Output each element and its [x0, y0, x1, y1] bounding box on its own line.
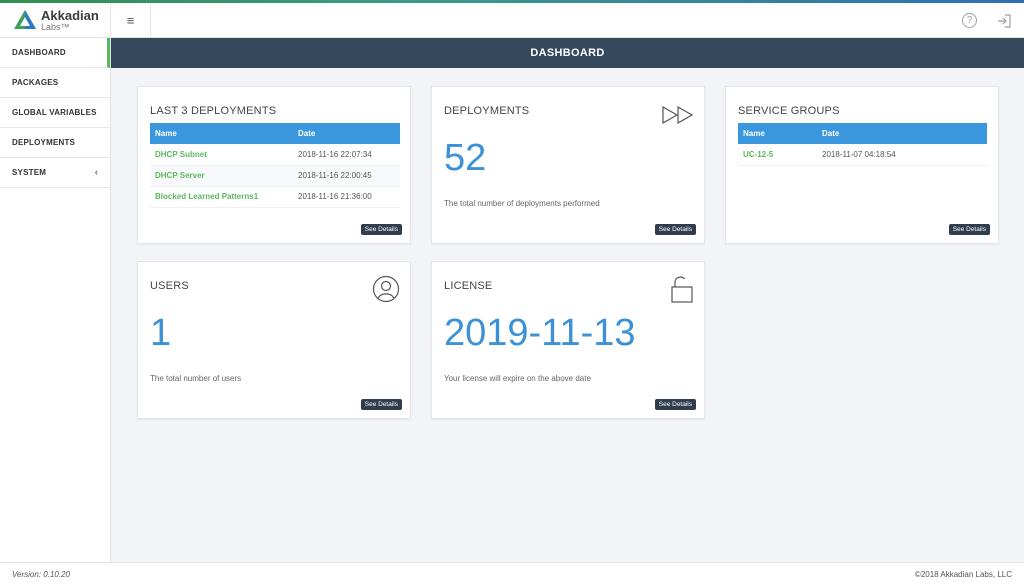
service-group-name-link[interactable]: UC-12-5 [738, 144, 817, 166]
sidebar-item-label: GLOBAL VARIABLES [12, 108, 97, 117]
sidebar-item-label: DEPLOYMENTS [12, 138, 76, 147]
logo-trademark: ™ [60, 22, 70, 32]
users-caption: The total number of users [150, 374, 242, 383]
user-icon [372, 275, 400, 303]
page-title: DASHBOARD [111, 38, 1024, 68]
logo-name: Akkadian [41, 8, 99, 23]
table-row: Blocked Learned Patterns1 2018-11-16 21:… [150, 186, 400, 208]
card-title: LAST 3 DEPLOYMENTS [150, 105, 277, 117]
sidebar-item-label: DASHBOARD [12, 48, 66, 57]
column-header-date: Date [817, 123, 987, 144]
hamburger-icon: ≡ [126, 13, 135, 28]
table-row: UC-12-5 2018-11-07 04:18:54 [738, 144, 987, 166]
deployment-name-link[interactable]: Blocked Learned Patterns1 [150, 186, 293, 208]
chevron-left-icon: ‹ [94, 167, 98, 177]
table-header-row: Name Date [738, 123, 987, 144]
copyright-text: ©2018 Akkadian Labs, LLC [914, 570, 1012, 579]
sidebar-item-global-variables[interactable]: GLOBAL VARIABLES [0, 98, 110, 128]
sidebar-item-dashboard[interactable]: DASHBOARD [0, 38, 110, 68]
see-details-button[interactable]: See Details [654, 399, 696, 410]
deployments-card: DEPLOYMENTS 52 The total number of deplo… [431, 86, 705, 244]
version-text: Version: 0.10.20 [12, 570, 70, 579]
deployments-caption: The total number of deployments performe… [444, 199, 600, 208]
table-row: DHCP Server 2018-11-16 22:00:45 [150, 165, 400, 187]
logout-icon[interactable] [996, 13, 1012, 29]
unlock-icon [671, 276, 693, 303]
service-groups-card: SERVICE GROUPS Name Date UC-12-5 2018-11… [725, 86, 999, 244]
card-title: LICENSE [444, 280, 493, 292]
table-header-row: Name Date [150, 123, 400, 144]
help-icon[interactable]: ? [962, 13, 977, 28]
see-details-button[interactable]: See Details [360, 399, 402, 410]
license-caption: Your license will expire on the above da… [444, 374, 591, 383]
see-details-button[interactable]: See Details [654, 224, 696, 235]
last-deployments-card: LAST 3 DEPLOYMENTS Name Date DHCP Subnet… [137, 86, 411, 244]
deployment-date: 2018-11-16 22:00:45 [293, 165, 400, 187]
sidebar-item-system[interactable]: SYSTEM ‹ [0, 158, 110, 188]
akkadian-logo-icon [14, 9, 36, 29]
deployment-name-link[interactable]: DHCP Subnet [150, 144, 293, 166]
fast-forward-icon [662, 106, 694, 124]
see-details-button[interactable]: See Details [948, 224, 990, 235]
logo-sub: Labs [41, 22, 61, 32]
sidebar: DASHBOARD PACKAGES GLOBAL VARIABLES DEPL… [0, 38, 111, 562]
logo[interactable]: Akkadian Labs™ [0, 3, 111, 38]
column-header-name: Name [738, 123, 817, 144]
column-header-name: Name [150, 123, 293, 144]
see-details-button[interactable]: See Details [360, 224, 402, 235]
column-header-date: Date [293, 123, 400, 144]
table-row: DHCP Subnet 2018-11-16 22:07:34 [150, 144, 400, 166]
sidebar-item-label: PACKAGES [12, 78, 59, 87]
sidebar-item-packages[interactable]: PACKAGES [0, 68, 110, 98]
service-group-date: 2018-11-07 04:18:54 [817, 144, 987, 166]
deployments-count: 52 [444, 137, 487, 179]
card-title: SERVICE GROUPS [738, 105, 840, 117]
menu-toggle-button[interactable]: ≡ [111, 3, 151, 38]
deployment-name-link[interactable]: DHCP Server [150, 165, 293, 187]
sidebar-item-label: SYSTEM [12, 168, 47, 177]
last-deployments-table: Name Date DHCP Subnet 2018-11-16 22:07:3… [150, 123, 400, 208]
sidebar-item-deployments[interactable]: DEPLOYMENTS [0, 128, 110, 158]
deployment-date: 2018-11-16 21:36:00 [293, 186, 400, 208]
footer: Version: 0.10.20 ©2018 Akkadian Labs, LL… [0, 562, 1024, 586]
users-card: USERS 1 The total number of users See De… [137, 261, 411, 419]
card-title: USERS [150, 280, 189, 292]
users-count: 1 [150, 312, 172, 354]
deployment-date: 2018-11-16 22:07:34 [293, 144, 400, 166]
license-expiry-date: 2019-11-13 [444, 312, 636, 354]
top-bar: Akkadian Labs™ ≡ ? [0, 3, 1024, 38]
card-title: DEPLOYMENTS [444, 105, 530, 117]
license-card: LICENSE 2019-11-13 Your license will exp… [431, 261, 705, 419]
service-groups-table: Name Date UC-12-5 2018-11-07 04:18:54 [738, 123, 987, 166]
